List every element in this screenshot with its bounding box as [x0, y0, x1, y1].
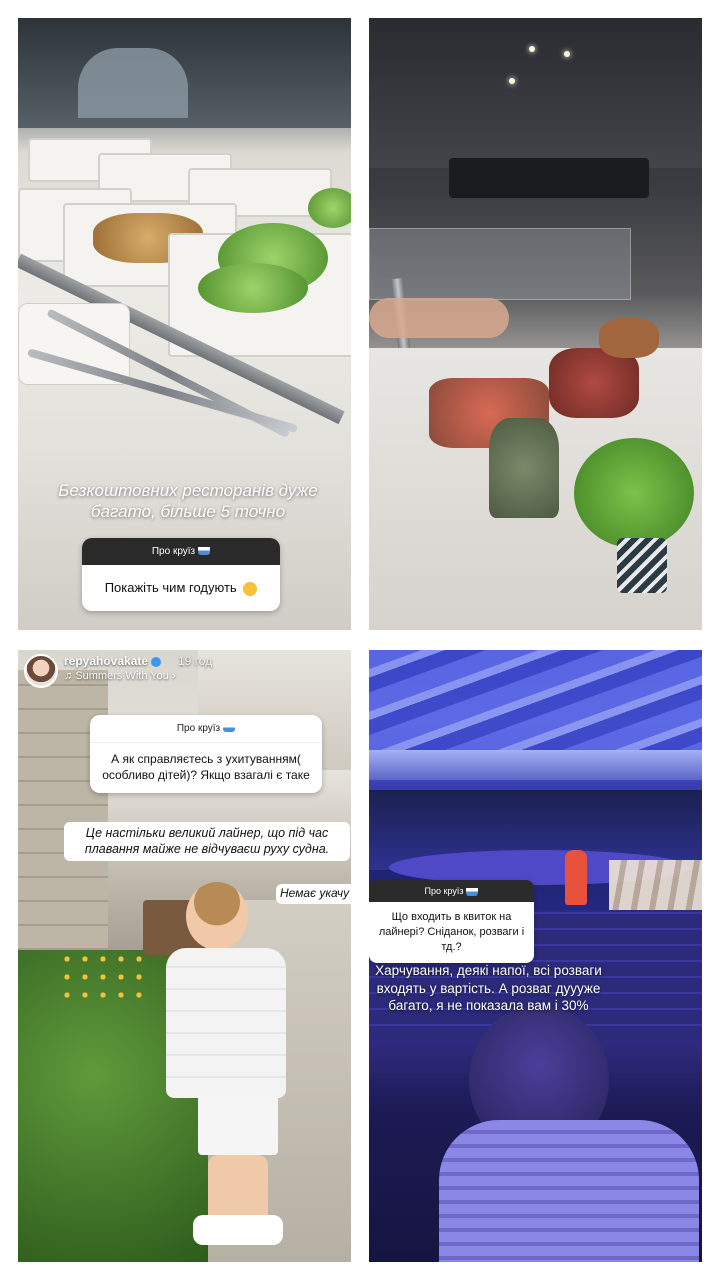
boy-head	[186, 882, 248, 950]
question-header-label: Про круїз	[424, 886, 464, 896]
ceiling-recess	[449, 158, 649, 198]
ship-icon	[466, 887, 479, 896]
profile-username[interactable]: repyahovakate	[64, 654, 162, 668]
story-panel-boy-plants: repyahovakate 19 год ♫ Summers With You …	[18, 650, 351, 1262]
sneeze-guard	[369, 228, 631, 300]
question-sticker-header: Про круїз	[90, 715, 322, 743]
child-shirt	[439, 1120, 699, 1262]
question-sticker[interactable]: Про круїз Покажіть чим годують	[82, 538, 280, 611]
question-header-label: Про круїз	[176, 723, 221, 734]
question-text: Покажіть чим годують	[104, 580, 237, 595]
tongs	[26, 348, 299, 434]
herb-vase	[489, 418, 559, 518]
cured-meat-platter	[549, 348, 639, 418]
staff-figure	[78, 48, 188, 118]
music-bars-icon: ♫	[64, 670, 76, 682]
story-panel-buffet-meats	[369, 18, 702, 630]
potted-plant-pot	[617, 538, 667, 593]
boy-shoes	[193, 1215, 283, 1245]
answer-caption: Харчування, деякі напої, всі розваги вхо…	[375, 963, 602, 1014]
stage-projection	[369, 650, 702, 760]
boy-shorts	[198, 1095, 278, 1155]
smiling-face-emoji-icon	[243, 581, 258, 596]
music-title: Summers With You	[75, 670, 169, 682]
story-panel-buffet-salads: Безкоштовних ресторанів дуже багато, біл…	[18, 18, 351, 630]
breadsticks-vase	[599, 318, 659, 358]
side-note-caption: Немає укачу	[276, 884, 351, 904]
ship-icon	[198, 547, 211, 556]
story-timestamp: 19 год	[178, 654, 213, 668]
answer-caption: Це настільки великий лайнер, що під час …	[64, 822, 350, 861]
story-caption: Безкоштовних ресторанів дуже багато, біл…	[58, 481, 318, 522]
potted-plant-leaves	[574, 438, 694, 548]
question-sticker-body: А як справляєтесь з ухитуванням( особлив…	[90, 743, 322, 794]
boy-shirt	[166, 948, 286, 1098]
question-sticker-header: Про круїз	[369, 880, 534, 902]
username-text: repyahovakate	[64, 654, 149, 668]
question-sticker[interactable]: Про круїз А як справляєтесь з ухитування…	[90, 715, 322, 794]
ceiling-light	[529, 46, 535, 52]
profile-avatar[interactable]	[24, 654, 58, 688]
yellow-flowers	[58, 950, 148, 1010]
verified-badge-icon	[151, 656, 162, 667]
question-sticker[interactable]: Про круїз Що входить в квиток на лайнері…	[369, 880, 534, 963]
guest-arm	[369, 298, 509, 338]
lettuce	[198, 263, 308, 313]
ceiling	[369, 18, 702, 168]
performer	[565, 850, 587, 905]
question-sticker-body: Що входить в квиток на лайнері? Сніданок…	[369, 902, 534, 963]
balcony	[369, 750, 702, 780]
question-sticker-body: Покажіть чим годують	[82, 565, 280, 611]
ship-icon	[223, 724, 236, 733]
chevron-right-icon: ›	[168, 670, 176, 682]
story-panel-theatre: Про круїз Що входить в квиток на лайнері…	[369, 650, 702, 1262]
question-header-label: Про круїз	[151, 546, 196, 557]
ceiling-light	[564, 51, 570, 57]
question-sticker-header: Про круїз	[82, 538, 280, 565]
lettuce	[308, 188, 351, 228]
story-music[interactable]: ♫ Summers With You ›	[64, 670, 176, 682]
ceiling-light	[509, 78, 515, 84]
